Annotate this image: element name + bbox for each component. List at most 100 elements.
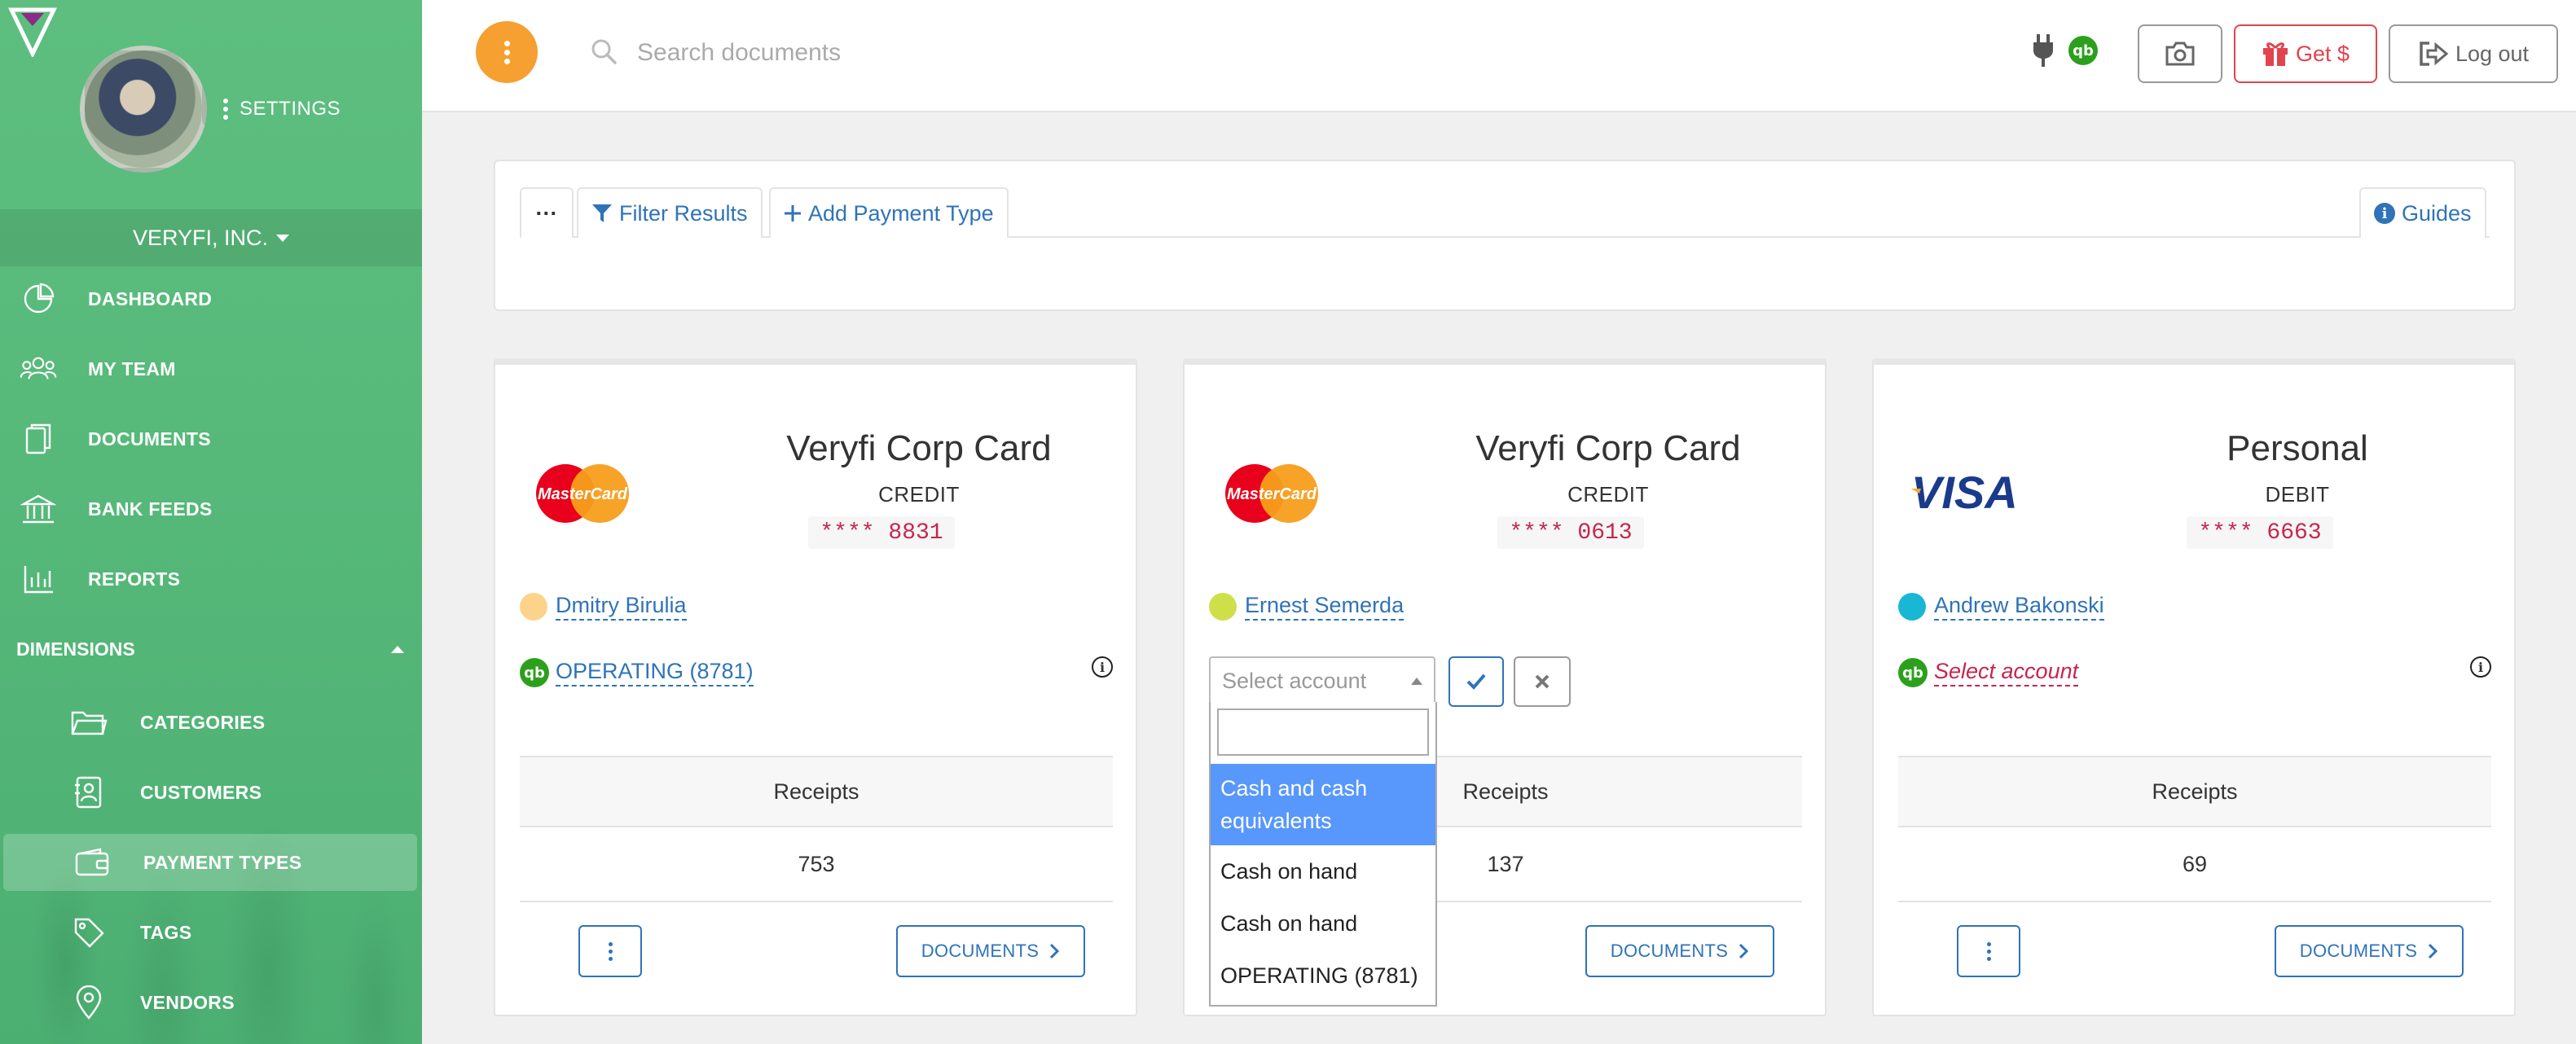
caret-up-icon bbox=[391, 645, 404, 653]
gift-icon bbox=[2262, 42, 2288, 66]
confirm-button[interactable] bbox=[1448, 656, 1504, 707]
veryfi-logo[interactable] bbox=[8, 7, 57, 57]
sidebar: SETTINGS VERYFI, INC. DASHBOARD MY TEAM … bbox=[0, 0, 422, 1044]
search-icon bbox=[591, 39, 617, 64]
documents-button[interactable]: DOCUMENTS bbox=[2275, 925, 2464, 977]
filter-results-label: Filter Results bbox=[619, 200, 748, 226]
kebab-icon bbox=[503, 40, 510, 64]
card-menu-button[interactable] bbox=[1957, 925, 2020, 977]
account-search-input[interactable] bbox=[1217, 708, 1429, 756]
sidebar-item-label: CUSTOMERS bbox=[140, 781, 262, 803]
owner-link[interactable]: Ernest Semerda bbox=[1245, 593, 1404, 621]
svg-text:MasterCard: MasterCard bbox=[538, 485, 628, 503]
sidebar-item-dashboard[interactable]: DASHBOARD bbox=[0, 270, 422, 327]
chevron-right-icon bbox=[2429, 943, 2438, 959]
documents-button[interactable]: DOCUMENTS bbox=[896, 925, 1085, 977]
card-number: **** 6663 bbox=[2187, 516, 2333, 549]
search-input[interactable] bbox=[635, 29, 1209, 77]
add-payment-type-tab[interactable]: Add Payment Type bbox=[769, 187, 1009, 238]
org-name: VERYFI, INC. bbox=[132, 225, 269, 250]
info-icon[interactable]: i bbox=[1092, 656, 1113, 678]
camera-icon bbox=[2165, 42, 2195, 66]
sidebar-item-categories[interactable]: CATEGORIES bbox=[0, 694, 422, 751]
documents-label: DOCUMENTS bbox=[921, 941, 1040, 961]
card-kind: DEBIT bbox=[2265, 482, 2330, 507]
settings-label: SETTINGS bbox=[240, 98, 341, 120]
plug-icon[interactable] bbox=[2031, 33, 2055, 68]
sidebar-item-label: VENDORS bbox=[140, 991, 235, 1013]
owner-link[interactable]: Dmitry Birulia bbox=[556, 593, 687, 621]
payment-types-toolbar: ··· Filter Results Add Payment Type i Gu… bbox=[494, 160, 2516, 311]
documents-button[interactable]: DOCUMENTS bbox=[1585, 925, 1774, 977]
chevron-right-icon bbox=[1050, 943, 1060, 959]
info-icon: i bbox=[2374, 203, 2395, 224]
account-row: qb OPERATING (8781) bbox=[520, 658, 754, 687]
documents-label: DOCUMENTS bbox=[2299, 941, 2418, 961]
sidebar-item-customers[interactable]: CUSTOMERS bbox=[0, 764, 422, 821]
card-kind: CREDIT bbox=[1567, 482, 1649, 507]
visa-logo: VISA bbox=[1911, 467, 2018, 518]
settings-link[interactable]: SETTINGS bbox=[223, 98, 341, 121]
filter-results-tab[interactable]: Filter Results bbox=[577, 187, 763, 238]
owner-dot bbox=[520, 593, 547, 621]
sidebar-item-my-team[interactable]: MY TEAM bbox=[0, 340, 422, 397]
sidebar-item-label: DOCUMENTS bbox=[88, 428, 211, 450]
sidebar-item-vendors[interactable]: VENDORS bbox=[0, 974, 422, 1031]
card-name: Veryfi Corp Card bbox=[1475, 428, 1741, 468]
get-money-label: Get $ bbox=[2295, 41, 2350, 66]
sidebar-item-documents[interactable]: DOCUMENTS bbox=[0, 410, 422, 467]
card-owner: Dmitry Birulia bbox=[520, 593, 687, 621]
sidebar-item-label: DASHBOARD bbox=[88, 287, 213, 309]
card-name: Veryfi Corp Card bbox=[786, 428, 1052, 468]
more-options-tab[interactable]: ··· bbox=[520, 187, 574, 238]
mastercard-logo: MasterCard bbox=[1225, 464, 1318, 523]
dropdown-option[interactable]: Cash on hand bbox=[1211, 845, 1435, 897]
owner-link[interactable]: Andrew Bakonski bbox=[1934, 593, 2104, 621]
stat-label: Receipts bbox=[1898, 756, 2491, 827]
tag-icon bbox=[70, 914, 108, 951]
owner-dot bbox=[1209, 593, 1237, 621]
get-money-button[interactable]: Get $ bbox=[2234, 24, 2377, 83]
account-select-placeholder: Select account bbox=[1222, 668, 1367, 693]
check-icon bbox=[1466, 673, 1486, 690]
documents-label: DOCUMENTS bbox=[1610, 941, 1729, 961]
close-icon bbox=[1535, 674, 1550, 689]
filter-icon bbox=[592, 204, 612, 222]
chevron-right-icon bbox=[1739, 943, 1749, 959]
dashboard-icon bbox=[20, 280, 57, 318]
select-account-link[interactable]: Select account bbox=[1934, 659, 2079, 686]
dropdown-option[interactable]: Cash and cash equivalents bbox=[1211, 764, 1435, 845]
sign-out-icon bbox=[2420, 42, 2449, 66]
card-number: **** 8831 bbox=[808, 516, 955, 549]
account-select[interactable]: Select account bbox=[1209, 656, 1435, 705]
account-link[interactable]: OPERATING (8781) bbox=[556, 659, 754, 686]
plus-icon bbox=[785, 205, 801, 222]
camera-button[interactable] bbox=[2138, 24, 2222, 83]
card-owner: Ernest Semerda bbox=[1209, 593, 1404, 621]
sidebar-item-payment-types[interactable]: PAYMENT TYPES bbox=[3, 834, 417, 891]
sidebar-item-reports[interactable]: REPORTS bbox=[0, 551, 422, 608]
dropdown-option[interactable]: Cash on hand bbox=[1211, 897, 1435, 950]
sidebar-item-tags[interactable]: TAGS bbox=[0, 904, 422, 961]
kebab-icon bbox=[1986, 941, 1991, 961]
avatar[interactable] bbox=[80, 46, 207, 173]
guides-tab[interactable]: i Guides bbox=[2359, 187, 2486, 238]
sidebar-item-label: BANK FEEDS bbox=[88, 498, 213, 520]
sidebar-item-bank-feeds[interactable]: BANK FEEDS bbox=[0, 480, 422, 537]
card-menu-button[interactable] bbox=[578, 925, 642, 977]
info-icon[interactable]: i bbox=[2470, 656, 2491, 678]
logout-button[interactable]: Log out bbox=[2389, 24, 2558, 83]
cancel-button[interactable] bbox=[1514, 656, 1571, 707]
quickbooks-icon[interactable]: qb bbox=[2068, 36, 2098, 65]
dropdown-option[interactable]: OPERATING (8781) bbox=[1211, 950, 1435, 1002]
caret-down-icon bbox=[276, 234, 290, 242]
documents-icon bbox=[20, 420, 57, 458]
stat-value: 69 bbox=[1898, 827, 2491, 902]
dimensions-toggle[interactable]: DIMENSIONS bbox=[0, 621, 422, 678]
org-switcher[interactable]: VERYFI, INC. bbox=[0, 209, 422, 266]
menu-button[interactable] bbox=[476, 21, 538, 83]
payment-type-card: VISA Personal DEBIT **** 6663 Andrew Bak… bbox=[1872, 358, 2516, 1016]
sidebar-item-label: CATEGORIES bbox=[140, 711, 266, 733]
stat-label: Receipts bbox=[520, 756, 1113, 827]
card-kind: CREDIT bbox=[878, 482, 960, 507]
